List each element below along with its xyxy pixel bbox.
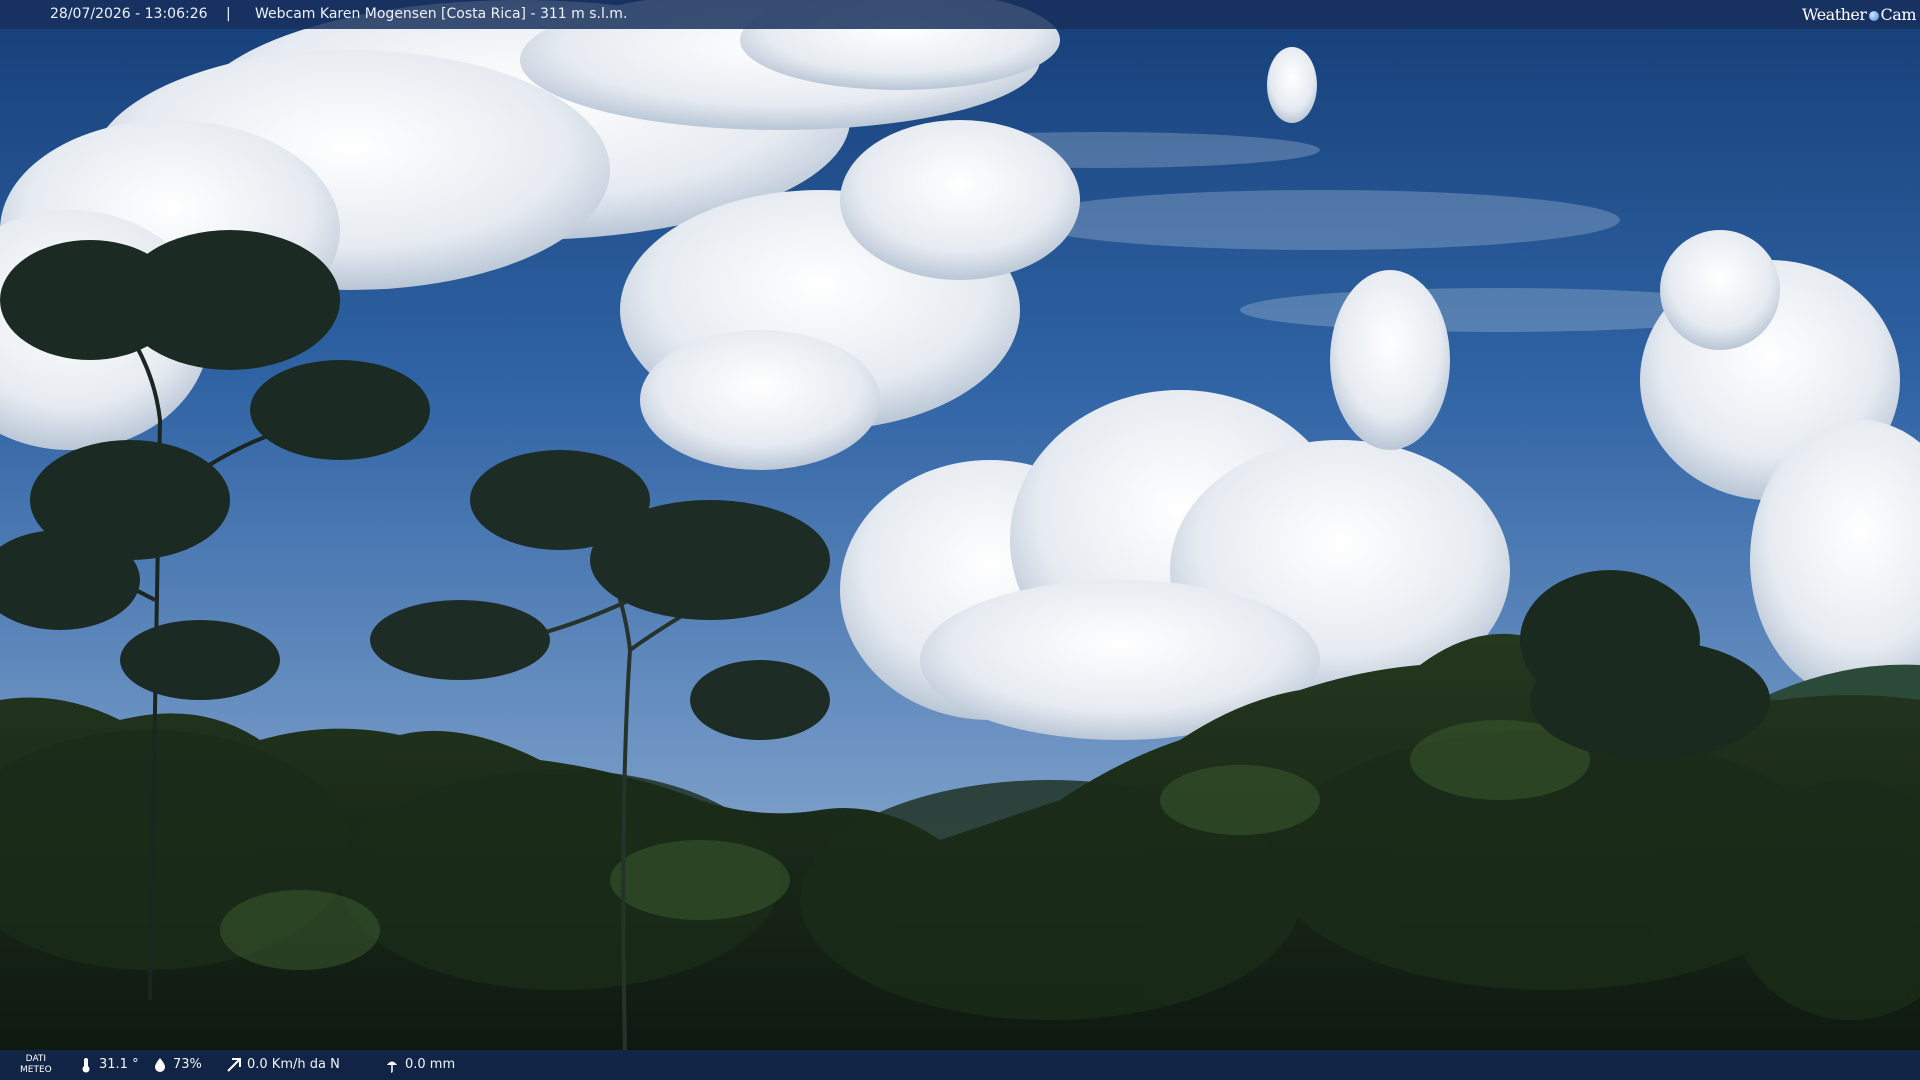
brand-left: Weather xyxy=(1802,5,1867,24)
wind-item: 0.0 Km/h da N xyxy=(226,1050,340,1080)
temperature-item: 31.1 ° xyxy=(78,1050,139,1080)
weather-label-line1: DATI xyxy=(25,1054,47,1064)
cloud-small xyxy=(1267,47,1317,123)
header-bar: 28/07/2026 - 13:06:26 | Webcam Karen Mog… xyxy=(0,0,1920,29)
rain-icon xyxy=(387,1061,397,1073)
temperature-value: 31.1 ° xyxy=(99,1057,139,1072)
humidity-value: 73% xyxy=(173,1057,202,1072)
weather-data-label: DATI METEO xyxy=(20,1054,52,1076)
datetime: 28/07/2026 - 13:06:26 xyxy=(50,6,208,22)
brand-right: Cam xyxy=(1880,5,1917,24)
weather-label-line2: METEO xyxy=(20,1065,52,1075)
globe-icon xyxy=(1868,10,1879,21)
webcam-title: Webcam Karen Mogensen [Costa Rica] - 311… xyxy=(255,6,628,22)
thermometer-icon xyxy=(82,1058,90,1073)
humidity-item: 73% xyxy=(152,1050,202,1080)
wind-icon xyxy=(227,1058,241,1072)
humidity-icon xyxy=(155,1058,165,1072)
rain-item: 0.0 mm xyxy=(384,1050,455,1080)
webcam-scene xyxy=(0,0,1920,1080)
weathercam-logo: Weather Cam xyxy=(1802,0,1916,29)
rain-value: 0.0 mm xyxy=(405,1057,456,1072)
header-separator: | xyxy=(226,6,231,22)
weather-data-bar: DATI METEO 31.1 ° 73% 0.0 Km/h da N 0.0 … xyxy=(0,1050,1920,1080)
wind-value: 0.0 Km/h da N xyxy=(247,1057,340,1072)
